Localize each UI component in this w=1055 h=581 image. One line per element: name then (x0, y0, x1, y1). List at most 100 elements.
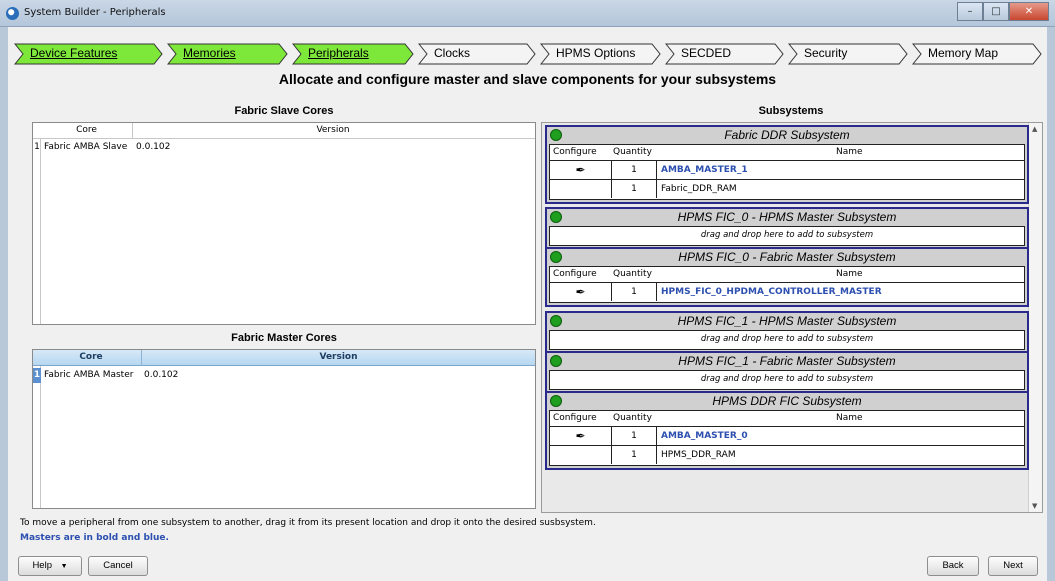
window-title: System Builder - Peripherals (24, 7, 166, 18)
step-label: Memory Map (928, 46, 999, 60)
col-name: Name (836, 269, 863, 279)
subsystem-row[interactable]: ✒ 1 HPMS_FIC_0_HPDMA_CONTROLLER_MASTER (550, 283, 1024, 302)
step-secded[interactable]: SECDED (665, 43, 785, 65)
quantity-cell: 1 (612, 283, 657, 301)
dialog-client-area: Device Features Memories Peripherals Clocks… (8, 27, 1047, 581)
peripheral-name: HPMS_FIC_0_HPDMA_CONTROLLER_MASTER (661, 287, 882, 297)
subsystem-row[interactable]: 1 HPMS_DDR_RAM (550, 446, 1024, 465)
master-cores-title: Fabric Master Cores (231, 332, 337, 344)
subsystem-box[interactable]: HPMS DDR FIC Subsystem Configure Quantit… (545, 391, 1029, 470)
cancel-button[interactable]: Cancel (88, 556, 148, 576)
subsystem-column-header: Configure Quantity Name (550, 411, 1024, 427)
slave-col-core[interactable]: Core (41, 123, 133, 139)
subsystem-box[interactable]: HPMS FIC_1 - Fabric Master Subsystem dra… (545, 351, 1029, 394)
col-configure: Configure (553, 269, 597, 279)
dropdown-arrow-icon: ▼ (60, 563, 68, 570)
configure-wrench-icon[interactable]: ✒ (575, 285, 585, 299)
step-peripherals[interactable]: Peripherals (292, 43, 415, 65)
help-button[interactable]: Help ▼ (18, 556, 82, 576)
slave-col-version[interactable]: Version (133, 123, 533, 139)
minimize-button[interactable]: – (957, 2, 983, 21)
subsystem-header: HPMS FIC_1 - Fabric Master Subsystem (547, 353, 1027, 370)
subsystem-header: Fabric DDR Subsystem (547, 127, 1027, 144)
table-row[interactable]: 1 Fabric AMBA Slave 0.0.102 (33, 140, 535, 155)
app-icon (6, 7, 19, 20)
subsystem-box[interactable]: HPMS FIC_0 - Fabric Master Subsystem Con… (545, 247, 1029, 307)
subsystem-row[interactable]: ✒ 1 AMBA_MASTER_0 (550, 427, 1024, 446)
col-configure: Configure (553, 147, 597, 157)
step-memories[interactable]: Memories (167, 43, 289, 65)
master-col-version[interactable]: Version (142, 350, 535, 366)
maximize-button[interactable]: □ (983, 2, 1009, 21)
subsystems-panel[interactable]: ▲ ▼ Fabric DDR Subsystem Configure Quant… (541, 122, 1043, 513)
step-label: HPMS Options (556, 46, 636, 60)
page-heading: Allocate and configure master and slave … (278, 71, 777, 87)
scroll-up-icon[interactable]: ▲ (1032, 125, 1037, 133)
core-version: 0.0.102 (136, 142, 171, 152)
subsystem-row[interactable]: ✒ 1 AMBA_MASTER_1 (550, 161, 1024, 180)
step-label: Device Features (30, 46, 118, 60)
row-number: 1 (34, 142, 40, 152)
step-hpms-options[interactable]: HPMS Options (540, 43, 662, 65)
peripheral-name: AMBA_MASTER_1 (661, 165, 748, 175)
configure-cell (550, 180, 612, 198)
peripheral-name: Fabric_DDR_RAM (661, 184, 737, 194)
subsystem-box[interactable]: HPMS FIC_0 - HPMS Master Subsystem drag … (545, 207, 1029, 250)
configure-wrench-icon[interactable]: ✒ (575, 163, 585, 177)
subsystem-box[interactable]: HPMS FIC_1 - HPMS Master Subsystem drag … (545, 311, 1029, 354)
subsystem-title: HPMS FIC_0 - HPMS Master Subsystem (677, 210, 897, 224)
scroll-down-icon[interactable]: ▼ (1032, 502, 1037, 510)
subsystem-title: HPMS FIC_1 - HPMS Master Subsystem (677, 314, 897, 328)
step-security[interactable]: Security (788, 43, 909, 65)
subsystem-header: HPMS FIC_0 - Fabric Master Subsystem (547, 249, 1027, 266)
configure-cell[interactable]: ✒ (550, 427, 612, 445)
wizard-steps: Device Features Memories Peripherals Clocks… (14, 43, 1044, 65)
master-col-core[interactable]: Core (41, 350, 142, 366)
peripheral-name: AMBA_MASTER_0 (661, 431, 748, 441)
title-bar: System Builder - Peripherals – □ ✕ (0, 0, 1055, 27)
step-memory-map[interactable]: Memory Map (912, 43, 1043, 65)
move-hint: To move a peripheral from one subsystem … (20, 518, 596, 528)
subsystem-title: HPMS FIC_1 - Fabric Master Subsystem (678, 354, 896, 368)
peripheral-name: HPMS_DDR_RAM (661, 450, 736, 460)
masters-hint: Masters are in bold and blue. (20, 533, 169, 543)
subsystem-row[interactable]: 1 Fabric_DDR_RAM (550, 180, 1024, 199)
quantity-cell: 1 (612, 180, 657, 198)
core-name: Fabric AMBA Slave (44, 142, 128, 152)
configure-wrench-icon[interactable]: ✒ (575, 429, 585, 443)
col-quantity: Quantity (613, 147, 652, 157)
quantity-cell: 1 (612, 446, 657, 464)
drop-zone[interactable]: drag and drop here to add to subsystem (550, 371, 1024, 389)
col-configure: Configure (553, 413, 597, 423)
subsystem-box[interactable]: Fabric DDR Subsystem Configure Quantity … (545, 125, 1029, 204)
col-quantity: Quantity (613, 413, 652, 423)
subsystem-title: Fabric DDR Subsystem (724, 128, 850, 142)
col-quantity: Quantity (613, 269, 652, 279)
subsystem-header: HPMS FIC_1 - HPMS Master Subsystem (547, 313, 1027, 330)
subsystem-title: HPMS DDR FIC Subsystem (712, 394, 862, 408)
col-name: Name (836, 413, 863, 423)
back-button[interactable]: Back (927, 556, 979, 576)
step-label: SECDED (681, 46, 732, 60)
configure-cell (550, 446, 612, 464)
master-cores-table: Core Version 1 Fabric AMBA Master 0.0.10… (32, 349, 536, 509)
next-button[interactable]: Next (988, 556, 1038, 576)
table-row[interactable]: 1 Fabric AMBA Master 0.0.102 (33, 368, 535, 383)
step-clocks[interactable]: Clocks (418, 43, 537, 65)
subsystem-title: HPMS FIC_0 - Fabric Master Subsystem (678, 250, 896, 264)
row-number: 1 (33, 368, 41, 383)
core-name: Fabric AMBA Master (44, 370, 134, 380)
quantity-cell: 1 (612, 161, 657, 179)
configure-cell[interactable]: ✒ (550, 283, 612, 301)
close-button[interactable]: ✕ (1009, 2, 1049, 21)
subsystem-column-header: Configure Quantity Name (550, 267, 1024, 283)
drop-zone[interactable]: drag and drop here to add to subsystem (550, 227, 1024, 245)
vertical-scrollbar[interactable]: ▲ ▼ (1028, 123, 1042, 512)
step-device-features[interactable]: Device Features (14, 43, 164, 65)
help-label: Help (32, 560, 52, 571)
subsystem-header: HPMS FIC_0 - HPMS Master Subsystem (547, 209, 1027, 226)
drop-zone[interactable]: drag and drop here to add to subsystem (550, 331, 1024, 349)
configure-cell[interactable]: ✒ (550, 161, 612, 179)
col-name: Name (836, 147, 863, 157)
subsystems-title: Subsystems (758, 105, 824, 117)
